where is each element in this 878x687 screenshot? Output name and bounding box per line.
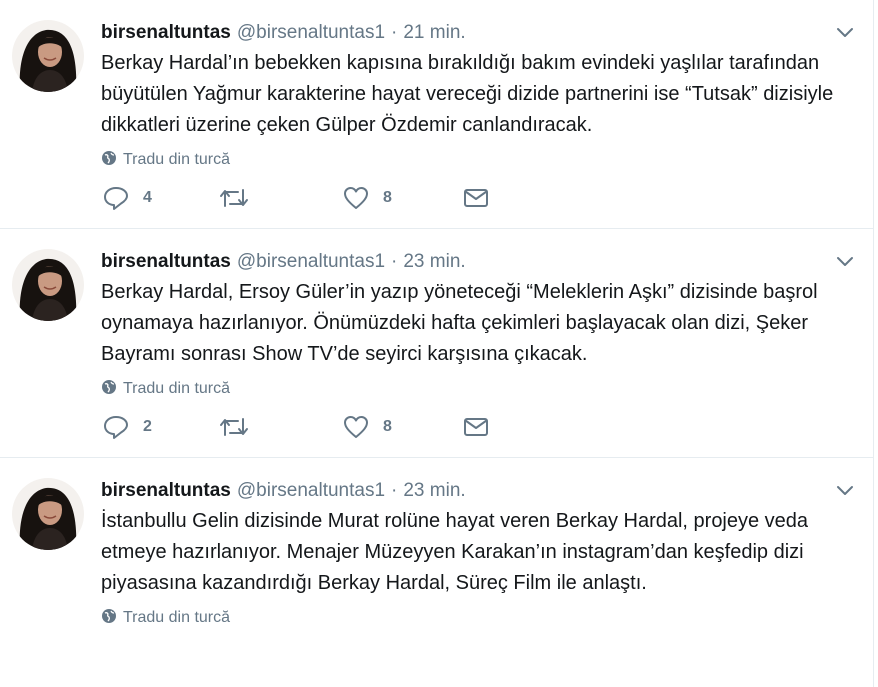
display-name[interactable]: birsenaltuntas <box>101 251 231 272</box>
user-handle[interactable]: @birsenaltuntas1 <box>237 251 385 272</box>
translate-label[interactable]: Tradu din turcă <box>123 380 230 397</box>
chevron-down-icon[interactable] <box>835 24 855 42</box>
user-handle[interactable]: @birsenaltuntas1 <box>237 480 385 501</box>
avatar[interactable] <box>12 249 84 321</box>
reply-button[interactable]: 4 <box>103 184 152 212</box>
direct-message-button[interactable] <box>463 413 489 441</box>
tweet[interactable]: birsenaltuntas @birsenaltuntas1 · 21 min. B… <box>0 0 874 229</box>
display-name[interactable]: birsenaltuntas <box>101 22 231 43</box>
separator: · <box>391 251 398 272</box>
envelope-icon <box>464 418 488 436</box>
retweet-icon <box>220 189 248 207</box>
reply-icon <box>104 187 128 210</box>
like-button[interactable]: 8 <box>343 413 392 441</box>
tweet-text: Berkay Hardal’ın bebekken kapısına bırak… <box>101 52 834 136</box>
chevron-down-icon[interactable] <box>835 253 855 271</box>
heart-icon <box>344 187 368 209</box>
globe-icon <box>102 151 116 165</box>
avatar[interactable] <box>12 478 84 550</box>
reply-count: 4 <box>143 189 152 206</box>
translate-label[interactable]: Tradu din turcă <box>123 609 230 626</box>
reply-button[interactable]: 2 <box>103 413 152 441</box>
timestamp[interactable]: 23 min. <box>403 480 465 501</box>
reply-icon <box>104 416 128 439</box>
chevron-down-icon[interactable] <box>835 482 855 500</box>
timestamp[interactable]: 23 min. <box>403 251 465 272</box>
avatar[interactable] <box>12 20 84 92</box>
heart-icon <box>344 416 368 438</box>
translate-link[interactable]: Tradu din turcă <box>101 150 230 170</box>
avatar-image <box>12 249 84 321</box>
direct-message-button[interactable] <box>463 184 489 212</box>
separator: · <box>391 480 398 501</box>
tweet-header: birsenaltuntas @birsenaltuntas1 · 23 min. <box>101 478 466 504</box>
retweet-icon <box>220 418 248 436</box>
display-name[interactable]: birsenaltuntas <box>101 480 231 501</box>
tweet-actions: 4 8 <box>103 184 503 212</box>
avatar-image <box>12 478 84 550</box>
reply-count: 2 <box>143 418 152 435</box>
translate-link[interactable]: Tradu din turcă <box>101 379 230 399</box>
tweet-header: birsenaltuntas @birsenaltuntas1 · 21 min. <box>101 20 466 46</box>
user-handle[interactable]: @birsenaltuntas1 <box>237 22 385 43</box>
like-count: 8 <box>383 418 392 435</box>
separator: · <box>391 22 398 43</box>
like-button[interactable]: 8 <box>343 184 392 212</box>
tweet-text: Berkay Hardal, Ersoy Güler’in yazıp yöne… <box>101 281 818 365</box>
timestamp[interactable]: 21 min. <box>403 22 465 43</box>
tweet[interactable]: birsenaltuntas @birsenaltuntas1 · 23 min. B… <box>0 229 874 458</box>
tweet[interactable]: birsenaltuntas @birsenaltuntas1 · 23 min. İ… <box>0 458 874 687</box>
translate-link[interactable]: Tradu din turcă <box>101 608 230 628</box>
tweet-header: birsenaltuntas @birsenaltuntas1 · 23 min. <box>101 249 466 275</box>
retweet-button[interactable] <box>219 184 263 212</box>
avatar-image <box>12 20 84 92</box>
tweet-text: İstanbullu Gelin dizisinde Murat rolüne … <box>101 510 809 594</box>
globe-icon <box>102 609 116 623</box>
globe-icon <box>102 380 116 394</box>
translate-label[interactable]: Tradu din turcă <box>123 151 230 168</box>
envelope-icon <box>464 189 488 207</box>
tweet-actions: 2 8 <box>103 413 503 441</box>
retweet-button[interactable] <box>219 413 263 441</box>
like-count: 8 <box>383 189 392 206</box>
timeline: birsenaltuntas @birsenaltuntas1 · 21 min. B… <box>0 0 878 687</box>
